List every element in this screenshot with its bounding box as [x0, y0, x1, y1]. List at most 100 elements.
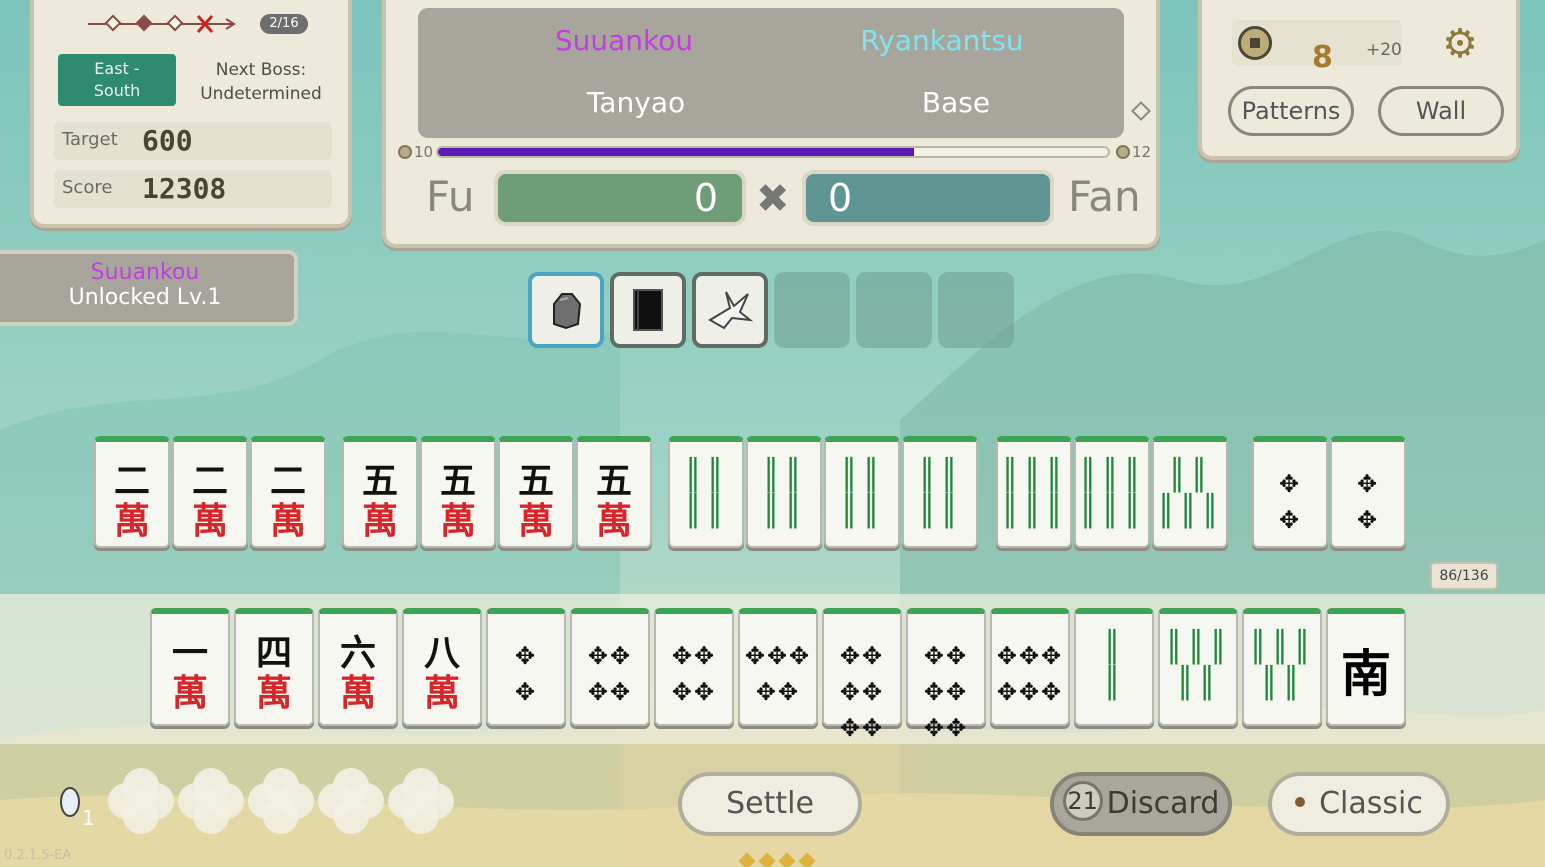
empty-consumable-slot[interactable]	[178, 768, 244, 834]
tile-suit: 萬	[595, 501, 632, 542]
bamboo-sticks-icon: ║║║ ║║║	[1000, 458, 1068, 529]
unlock-yaku-name: Suuankou	[90, 260, 200, 285]
yaku-item: Base	[921, 86, 991, 119]
circle-pips-icon: ✥✥ ✥✥	[671, 642, 717, 706]
bamboo-tile[interactable]: ║ ║	[1074, 608, 1154, 726]
empty-consumable-slot[interactable]	[248, 768, 314, 834]
character-tile[interactable]: 四萬	[234, 608, 314, 726]
circle-tile[interactable]: ✥✥ ✥✥	[570, 608, 650, 726]
multiply-icon: ✖	[756, 176, 790, 222]
target-row: Target 600	[54, 122, 332, 160]
circle-pips-icon: ✥ ✥	[514, 642, 538, 706]
coin-count: 8	[1312, 40, 1333, 75]
bamboo-tile: ║║ ║║	[746, 436, 822, 548]
empty-consumable-slot[interactable]	[108, 768, 174, 834]
circle-tile[interactable]: ✥ ✥	[486, 608, 566, 726]
circle-tile[interactable]: ✥✥ ✥✥	[654, 608, 734, 726]
discard-button[interactable]: 21 Discard	[1050, 772, 1232, 836]
tile-suit: 萬	[191, 501, 228, 542]
wall-button[interactable]: Wall	[1378, 86, 1504, 136]
wallet-panel: 8 +20 ⚙ Patterns Wall	[1198, 0, 1520, 160]
circle-pips-icon: ✥✥✥ ✥✥	[744, 642, 812, 706]
circle-tile[interactable]: ✥✥ ✥✥ ✥✥	[822, 608, 902, 742]
bamboo-sticks-icon: ║║║ ║║	[1248, 630, 1316, 701]
yaku-item: Ryankantsu	[860, 24, 1024, 57]
stone-relic-icon	[553, 293, 582, 330]
patterns-button[interactable]: Patterns	[1228, 86, 1354, 136]
coin-icon	[1116, 145, 1130, 159]
bamboo-sticks-icon: ║║║ ║║║	[1078, 458, 1146, 529]
circle-tile[interactable]: ✥✥ ✥✥ ✥✥	[906, 608, 986, 742]
settle-label: Settle	[726, 786, 814, 821]
character-tile: 二萬	[172, 436, 248, 548]
tile-suit: 萬	[269, 501, 306, 542]
relic-slot-1[interactable]	[528, 272, 604, 348]
bamboo-tile: ║║║ ║║║	[996, 436, 1072, 548]
tile-suit: 萬	[113, 501, 150, 542]
relic-slot-5[interactable]	[856, 272, 932, 348]
classic-label: Classic	[1319, 786, 1423, 821]
relic-slot-4[interactable]	[774, 272, 850, 348]
unlock-level-text: Unlocked Lv.1	[68, 285, 222, 310]
relic-slot-6[interactable]	[938, 272, 1014, 348]
relic-slot-3[interactable]	[692, 272, 768, 348]
bamboo-sticks-icon: ║║ ║║║	[1156, 458, 1224, 529]
scoring-progress-bar	[436, 146, 1110, 158]
empty-consumable-slot[interactable]	[318, 768, 384, 834]
character-tile: 五萬	[576, 436, 652, 548]
discard-label: Discard	[1106, 786, 1220, 821]
bamboo-tile[interactable]: ║║║ ║║	[1242, 608, 1322, 726]
target-value: 600	[142, 124, 193, 157]
round-wind-label: East - South	[58, 54, 176, 106]
round-progress-track	[88, 14, 236, 33]
bamboo-sticks-icon: ║║ ║║	[683, 458, 729, 529]
bamboo-sticks-icon: ║║ ║║	[917, 458, 963, 529]
scoring-progress-fill	[438, 148, 914, 156]
tile-honor: 南	[1341, 645, 1391, 703]
version-label: 0.2.1.5-EA	[4, 848, 72, 863]
tile-suit: 萬	[439, 501, 476, 542]
round-info-panel: 2/16 East - South Next Boss: Undetermine…	[30, 0, 352, 228]
bamboo-sticks-icon: ║║ ║║	[839, 458, 885, 529]
settle-button[interactable]: Settle	[678, 772, 862, 867]
gear-icon[interactable]: ⚙	[1438, 22, 1482, 66]
character-tile[interactable]: 六萬	[318, 608, 398, 726]
circle-tile: ✥ ✥	[1252, 436, 1328, 548]
circle-pips-icon: ✥✥ ✥✥	[587, 642, 633, 706]
fan-value-box: 0	[802, 170, 1054, 226]
bamboo-tile[interactable]: ║║║ ║║	[1158, 608, 1238, 726]
character-tile[interactable]: 八萬	[402, 608, 482, 726]
bamboo-tile: ║║ ║║	[824, 436, 900, 548]
score-row: Score 12308	[54, 170, 332, 208]
target-label: Target	[62, 129, 118, 150]
circle-pips-icon: ✥ ✥	[1356, 470, 1380, 534]
circle-tile[interactable]: ✥✥✥ ✥✥	[738, 608, 818, 726]
yaku-item: Tanyao	[586, 86, 686, 119]
circle-tile[interactable]: ✥✥✥ ✥✥✥	[990, 608, 1070, 726]
wind-line-1: East -	[94, 59, 140, 78]
book-relic-icon	[633, 289, 663, 331]
empty-consumable-slot[interactable]	[388, 768, 454, 834]
relic-slot-2[interactable]	[610, 272, 686, 348]
progress-min-label: 10	[398, 143, 433, 161]
yaku-list: Suuankou Ryankantsu Tanyao Base	[418, 8, 1124, 138]
boss-line-1: Next Boss:	[215, 60, 307, 80]
character-tile[interactable]: 一萬	[150, 608, 230, 726]
classic-mode-button[interactable]: Classic	[1268, 772, 1450, 836]
boss-line-2: Undetermined	[200, 84, 322, 104]
settle-charge-indicator	[732, 830, 822, 867]
crane-relic-icon	[708, 291, 754, 330]
unlock-notification: Suuankou Unlocked Lv.1	[0, 250, 298, 326]
bamboo-tile: ║║ ║║	[668, 436, 744, 548]
honor-tile[interactable]: 南	[1326, 608, 1406, 726]
bamboo-sticks-icon: ║║ ║║	[761, 458, 807, 529]
egg-count: 1	[82, 806, 95, 830]
tile-suit: 萬	[255, 673, 292, 714]
character-tile: 五萬	[498, 436, 574, 548]
score-label: Score	[62, 177, 113, 198]
diamond-icon	[1131, 101, 1151, 121]
bamboo-tile: ║║ ║║	[902, 436, 978, 548]
circle-tile: ✥ ✥	[1330, 436, 1406, 548]
discard-count: 21	[1062, 781, 1103, 821]
circle-pips-icon: ✥✥ ✥✥ ✥✥	[923, 642, 969, 742]
